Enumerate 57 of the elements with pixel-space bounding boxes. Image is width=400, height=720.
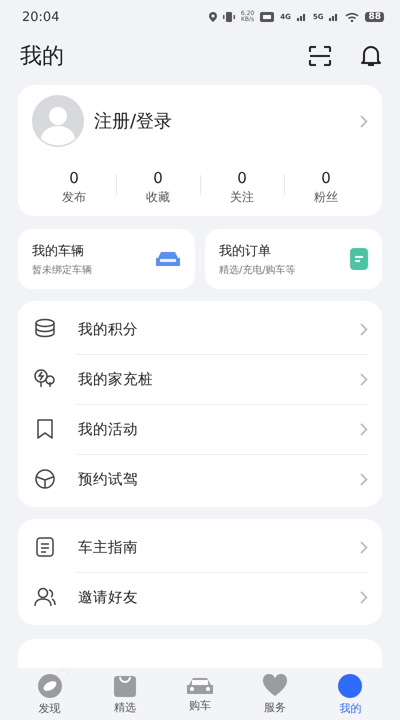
signal-icon [329, 13, 340, 21]
battery-indicator: 88 [365, 12, 384, 22]
chevron-icon [360, 114, 368, 128]
menu-item[interactable]: 邀请好友 [18, 572, 382, 622]
avatar-icon [32, 95, 84, 147]
menu-item[interactable]: 预约试驾 [18, 454, 382, 504]
stat-label: 粉丝 [314, 189, 338, 206]
location-icon [208, 12, 217, 22]
menu-item[interactable]: 我的家充桩 [18, 354, 382, 404]
stat-count: 0 [237, 169, 247, 187]
chevron-icon [360, 472, 368, 486]
shortcut-card[interactable]: 我的车辆 暂未绑定车辆 [18, 229, 195, 289]
wifi-icon [345, 12, 360, 22]
scan-button[interactable] [308, 45, 332, 67]
vibrate-icon [222, 12, 235, 22]
steering-wheel-icon [34, 468, 56, 490]
chevron-icon [360, 422, 368, 436]
tab[interactable]: 精选 [87, 668, 162, 720]
shortcut-title: 我的车辆 [32, 242, 85, 260]
shortcut-title: 我的订单 [219, 242, 272, 260]
charger-icon [34, 368, 56, 390]
shortcut-card[interactable]: 我的订单 精选/充电/购车等 [205, 229, 382, 289]
chevron-icon [360, 372, 368, 386]
menu-item[interactable]: 车主指南 [18, 522, 382, 572]
document-icon [34, 536, 56, 558]
tab[interactable]: 发现 [12, 668, 88, 720]
shortcut-subtitle: 暂未绑定车辆 [32, 264, 93, 276]
chevron-icon [360, 590, 368, 604]
chevron-icon [360, 322, 368, 336]
chevron-icon [360, 540, 368, 554]
coins-icon [34, 318, 56, 340]
tab[interactable]: 购车 [162, 668, 238, 720]
car-icon [186, 676, 214, 696]
notification-button[interactable] [360, 44, 382, 68]
shortcut-subtitle: 精选/充电/购车等 [219, 264, 297, 276]
hd-icon [260, 12, 274, 22]
order-icon [350, 248, 368, 270]
discover-icon [36, 672, 63, 698]
stat-count: 0 [153, 169, 163, 187]
signal-icon [296, 13, 307, 21]
stat-label: 关注 [230, 189, 254, 206]
tab[interactable]: 我的 [312, 668, 388, 720]
stat-count: 0 [69, 169, 79, 187]
stat-label: 收藏 [146, 189, 170, 206]
menu-item[interactable]: 我的活动 [18, 404, 382, 454]
tab[interactable]: 服务 [238, 668, 313, 720]
people-icon [34, 586, 56, 608]
stat-label: 发布 [62, 189, 86, 206]
car-icon [155, 250, 181, 268]
clock: 20:04 [22, 10, 60, 24]
login-link[interactable]: 注册/登录 [94, 109, 350, 133]
profile-icon [337, 672, 364, 698]
shopping-bag-icon [112, 674, 137, 698]
heart-icon [262, 674, 288, 698]
stat-count: 0 [321, 169, 331, 187]
menu-item[interactable]: 我的积分 [18, 304, 382, 354]
page-title: 我的 [20, 43, 65, 71]
